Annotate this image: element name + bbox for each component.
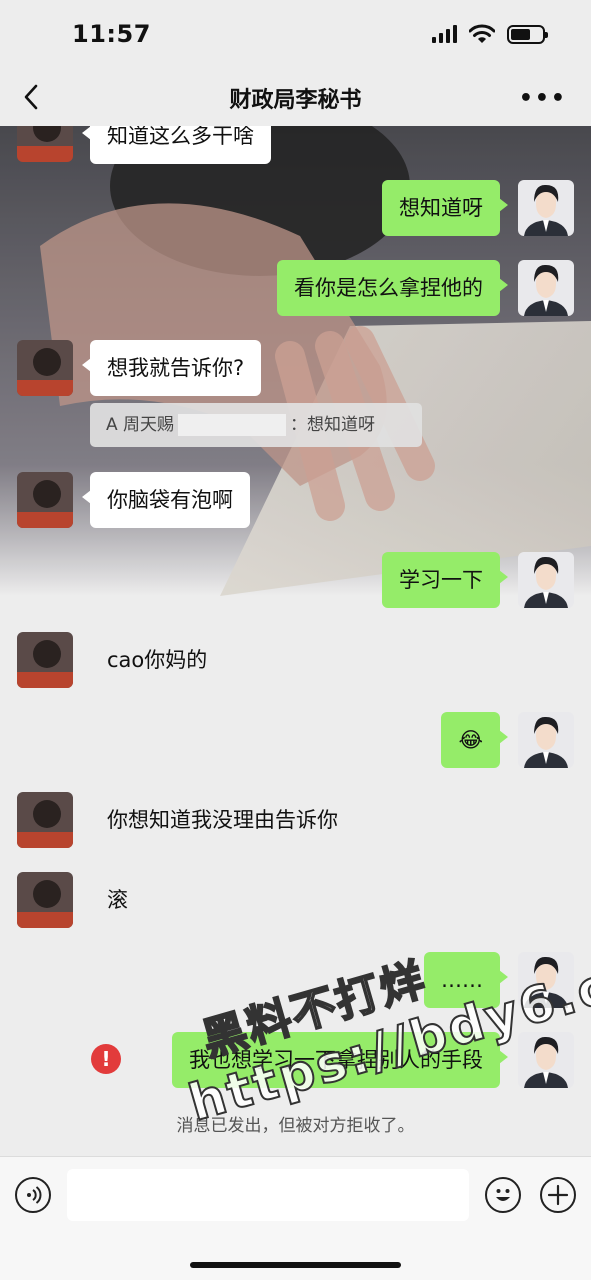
chat-area[interactable]: 知道这么多干啥 想知道呀 看你是怎么拿捏他的 想我就告诉你? A 周天赐 ：想知道… <box>0 126 591 1156</box>
quote-text: ：想知道呀 <box>290 415 376 435</box>
home-indicator <box>190 1262 401 1268</box>
message-bubble[interactable]: 😂 <box>441 712 508 768</box>
my-avatar[interactable] <box>518 180 574 236</box>
quoted-message[interactable]: A 周天赐 ：想知道呀 <box>90 403 422 447</box>
status-icons <box>432 24 548 44</box>
message-bubble[interactable]: 学习一下 <box>382 552 508 608</box>
message-bubble[interactable]: 我也想学习一下拿捏别人的手段 <box>172 1032 508 1088</box>
my-avatar[interactable] <box>518 712 574 768</box>
message-input[interactable] <box>67 1169 469 1221</box>
my-avatar[interactable] <box>518 552 574 608</box>
message-bubble[interactable]: 看你是怎么拿捏他的 <box>277 260 508 316</box>
message-bubble[interactable]: 想知道呀 <box>382 180 508 236</box>
send-failed-icon[interactable]: ! <box>91 1044 121 1074</box>
contact-avatar[interactable] <box>17 340 73 396</box>
more-actions-button[interactable] <box>540 1177 576 1213</box>
cellular-signal-icon <box>432 25 457 43</box>
contact-avatar[interactable] <box>17 126 73 162</box>
smiley-icon <box>496 1189 510 1201</box>
status-bar: 11:57 <box>0 0 591 70</box>
my-avatar[interactable] <box>518 1032 574 1088</box>
chat-header: 财政局李秘书 ••• <box>0 70 591 126</box>
battery-icon <box>507 24 548 44</box>
contact-avatar[interactable] <box>17 472 73 528</box>
message-bubble[interactable]: …… <box>424 952 508 1008</box>
message-bubble[interactable]: 知道这么多干啥 <box>82 126 271 164</box>
message-text[interactable]: cao你妈的 <box>107 646 207 674</box>
message-bubble[interactable]: 想我就告诉你? <box>81 340 262 396</box>
message-text[interactable]: 滚 <box>107 886 128 914</box>
voice-input-button[interactable] <box>15 1177 51 1213</box>
my-avatar[interactable] <box>518 952 574 1008</box>
my-avatar[interactable] <box>518 260 574 316</box>
message-bubble[interactable]: 你脑袋有泡啊 <box>82 472 250 528</box>
contact-avatar[interactable] <box>17 632 73 688</box>
chat-title: 财政局李秘书 <box>229 88 362 113</box>
system-message: 消息已发出，但被对方拒收了。 <box>176 1116 415 1136</box>
more-options-icon[interactable]: ••• <box>519 86 567 111</box>
voice-icon <box>27 1186 42 1204</box>
message-text[interactable]: 你想知道我没理由告诉你 <box>107 806 338 834</box>
quote-sender: A 周天赐 <box>106 415 175 435</box>
plus-icon <box>547 1184 569 1206</box>
wifi-icon <box>469 24 495 43</box>
contact-avatar[interactable] <box>17 792 73 848</box>
contact-avatar[interactable] <box>17 872 73 928</box>
status-time: 11:57 <box>72 20 151 48</box>
emoji-button[interactable] <box>485 1177 521 1213</box>
redacted-block <box>178 414 287 436</box>
